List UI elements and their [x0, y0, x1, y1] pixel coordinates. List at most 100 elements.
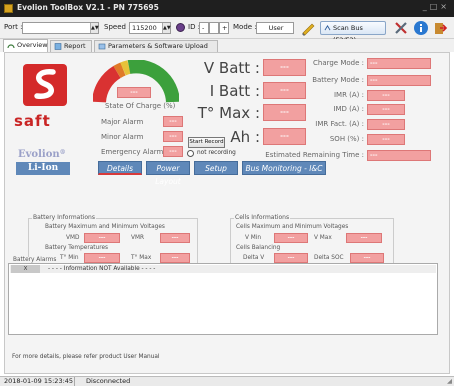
tab-overview-label: Overview: [17, 41, 48, 49]
details-button[interactable]: Details: [98, 161, 142, 175]
port-select[interactable]: ▲▼: [22, 22, 99, 34]
mode-label: Mode :: [233, 23, 257, 31]
minimize-icon[interactable]: _: [423, 2, 430, 11]
charge-mode-label: Charge Mode :: [313, 59, 364, 67]
battery-alarms-list[interactable]: X - - - - Information NOT Available - - …: [8, 263, 438, 335]
id-increment-button[interactable]: +: [219, 22, 229, 34]
saft-wordmark: saft: [14, 112, 51, 130]
status-connection: Disconnected: [86, 377, 131, 385]
ah-value: ---: [263, 128, 306, 145]
imr-label: IMR (A) :: [333, 91, 364, 99]
tab-parameters[interactable]: Parameters & Software Upload: [94, 40, 218, 52]
tab-report[interactable]: Report: [50, 40, 92, 52]
t-min-value: ---: [84, 253, 120, 263]
remaining-time-value: ---: [367, 150, 431, 161]
imr-fact-label: IMR Fact. (A) :: [315, 120, 364, 128]
minor-alarm-label: Minor Alarm: [101, 133, 144, 141]
ah-label: Ah :: [230, 128, 260, 146]
li-ion-badge: Li-Ion: [16, 162, 70, 175]
pen-icon[interactable]: [300, 20, 316, 36]
start-record-button[interactable]: Start Record: [188, 137, 225, 148]
tools-icon[interactable]: [393, 20, 409, 36]
tab-report-label: Report: [64, 42, 86, 50]
recording-status: not recording: [197, 150, 236, 156]
id-decrement-button[interactable]: -: [199, 22, 209, 34]
soc-label: State Of Charge (%): [105, 102, 176, 110]
recording-radio[interactable]: [187, 150, 194, 157]
mode-field[interactable]: User: [256, 22, 294, 34]
bus-monitoring-button[interactable]: Bus Monitoring - I&C: [242, 161, 326, 175]
power-layout-button[interactable]: Power Layout: [146, 161, 190, 186]
soc-value: ---: [117, 87, 151, 98]
mode-value: User: [268, 24, 284, 32]
speed-select[interactable]: 115200 ▲▼: [129, 22, 171, 34]
v-max-label: V Max: [314, 235, 332, 241]
registered-mark: ®: [59, 149, 66, 156]
v-max-value: ---: [346, 233, 382, 243]
imd-value: ---: [367, 104, 405, 115]
soh-value: ---: [367, 134, 405, 145]
toolbar: Port : ▲▼ Speed : 115200 ▲▼ ID : - + Mod…: [0, 17, 454, 44]
report-icon: [54, 43, 62, 50]
close-icon[interactable]: ×: [440, 2, 450, 11]
info-icon[interactable]: [413, 20, 429, 36]
major-alarm-value: ---: [163, 116, 183, 127]
saft-logo-icon: [23, 64, 67, 106]
setup-button[interactable]: Setup: [194, 161, 238, 175]
list-item[interactable]: X - - - - Information NOT Available - - …: [10, 265, 436, 273]
t-max-small-label: T° Max: [131, 255, 152, 261]
tab-parameters-label: Parameters & Software Upload: [108, 42, 208, 50]
emergency-alarm-value: ---: [163, 146, 183, 157]
delta-v-label: Delta V: [243, 255, 265, 261]
chevron-down-icon[interactable]: ▲▼: [162, 23, 171, 33]
major-alarm-label: Major Alarm: [101, 118, 144, 126]
imr-fact-value: ---: [367, 119, 405, 130]
vmr-value: ---: [160, 233, 190, 243]
v-min-value: ---: [274, 233, 308, 243]
scan-icon: [324, 25, 331, 31]
battery-informations-title: Battery Informations: [32, 214, 96, 221]
soh-label: SOH (%) :: [329, 135, 364, 143]
cells-informations-title: Cells Informations: [234, 214, 291, 221]
v-min-label: V Min: [245, 235, 262, 241]
id-field[interactable]: [209, 22, 219, 34]
t-max-value: ---: [263, 104, 306, 121]
gauge-icon: [7, 44, 15, 49]
t-max-label: T° Max :: [197, 104, 260, 122]
tab-bar: Overview Report Parameters & Software Up…: [0, 39, 454, 52]
alarm-text: - - - - Information NOT Available - - - …: [48, 266, 156, 272]
vmd-label: VMD: [66, 235, 80, 241]
window-controls[interactable]: _□×: [423, 2, 450, 11]
alarm-marker: X: [11, 265, 40, 273]
battery-mode-value: ---: [367, 75, 431, 86]
status-divider: [74, 377, 75, 386]
upload-icon: [98, 43, 106, 50]
delta-soc-label: Delta SOC: [314, 255, 344, 261]
emergency-alarm-label: Emergency Alarm: [101, 148, 164, 156]
maximize-icon[interactable]: □: [430, 2, 441, 11]
device-status-icon: [176, 23, 185, 32]
evolion-text: Evolion: [18, 149, 60, 160]
status-bar: 2018-01-09 15:23:45 Disconnected ◢: [0, 376, 454, 386]
t-min-label: T° Min: [60, 255, 79, 261]
speed-value: 115200: [132, 24, 157, 32]
delta-soc-value: ---: [350, 253, 384, 263]
battery-mode-label: Battery Mode :: [312, 76, 364, 84]
evolion-wordmark: Evolion®: [18, 149, 66, 160]
app-icon: [4, 4, 13, 13]
exit-icon[interactable]: [432, 20, 448, 36]
resize-grip-icon[interactable]: ◢: [447, 377, 452, 386]
i-batt-label: I Batt :: [209, 82, 260, 100]
vmd-value: ---: [84, 233, 120, 243]
chevron-down-icon[interactable]: ▲▼: [90, 23, 99, 33]
cells-voltages-title: Cells Maximum and Minimum Voltages: [236, 224, 349, 230]
vmr-label: VMR: [131, 235, 144, 241]
status-datetime: 2018-01-09 15:23:45: [4, 377, 74, 385]
i-batt-value: ---: [263, 82, 306, 99]
t-max-small-value: ---: [160, 253, 190, 263]
tab-overview[interactable]: Overview: [3, 39, 48, 52]
title-bar: Evolion ToolBox V2.1 - PN 775695 _□×: [0, 0, 454, 17]
scan-bus-button[interactable]: Scan Bus (F2/F3): [320, 21, 386, 44]
minor-alarm-value: ---: [163, 131, 183, 142]
speed-label: Speed :: [104, 23, 131, 31]
